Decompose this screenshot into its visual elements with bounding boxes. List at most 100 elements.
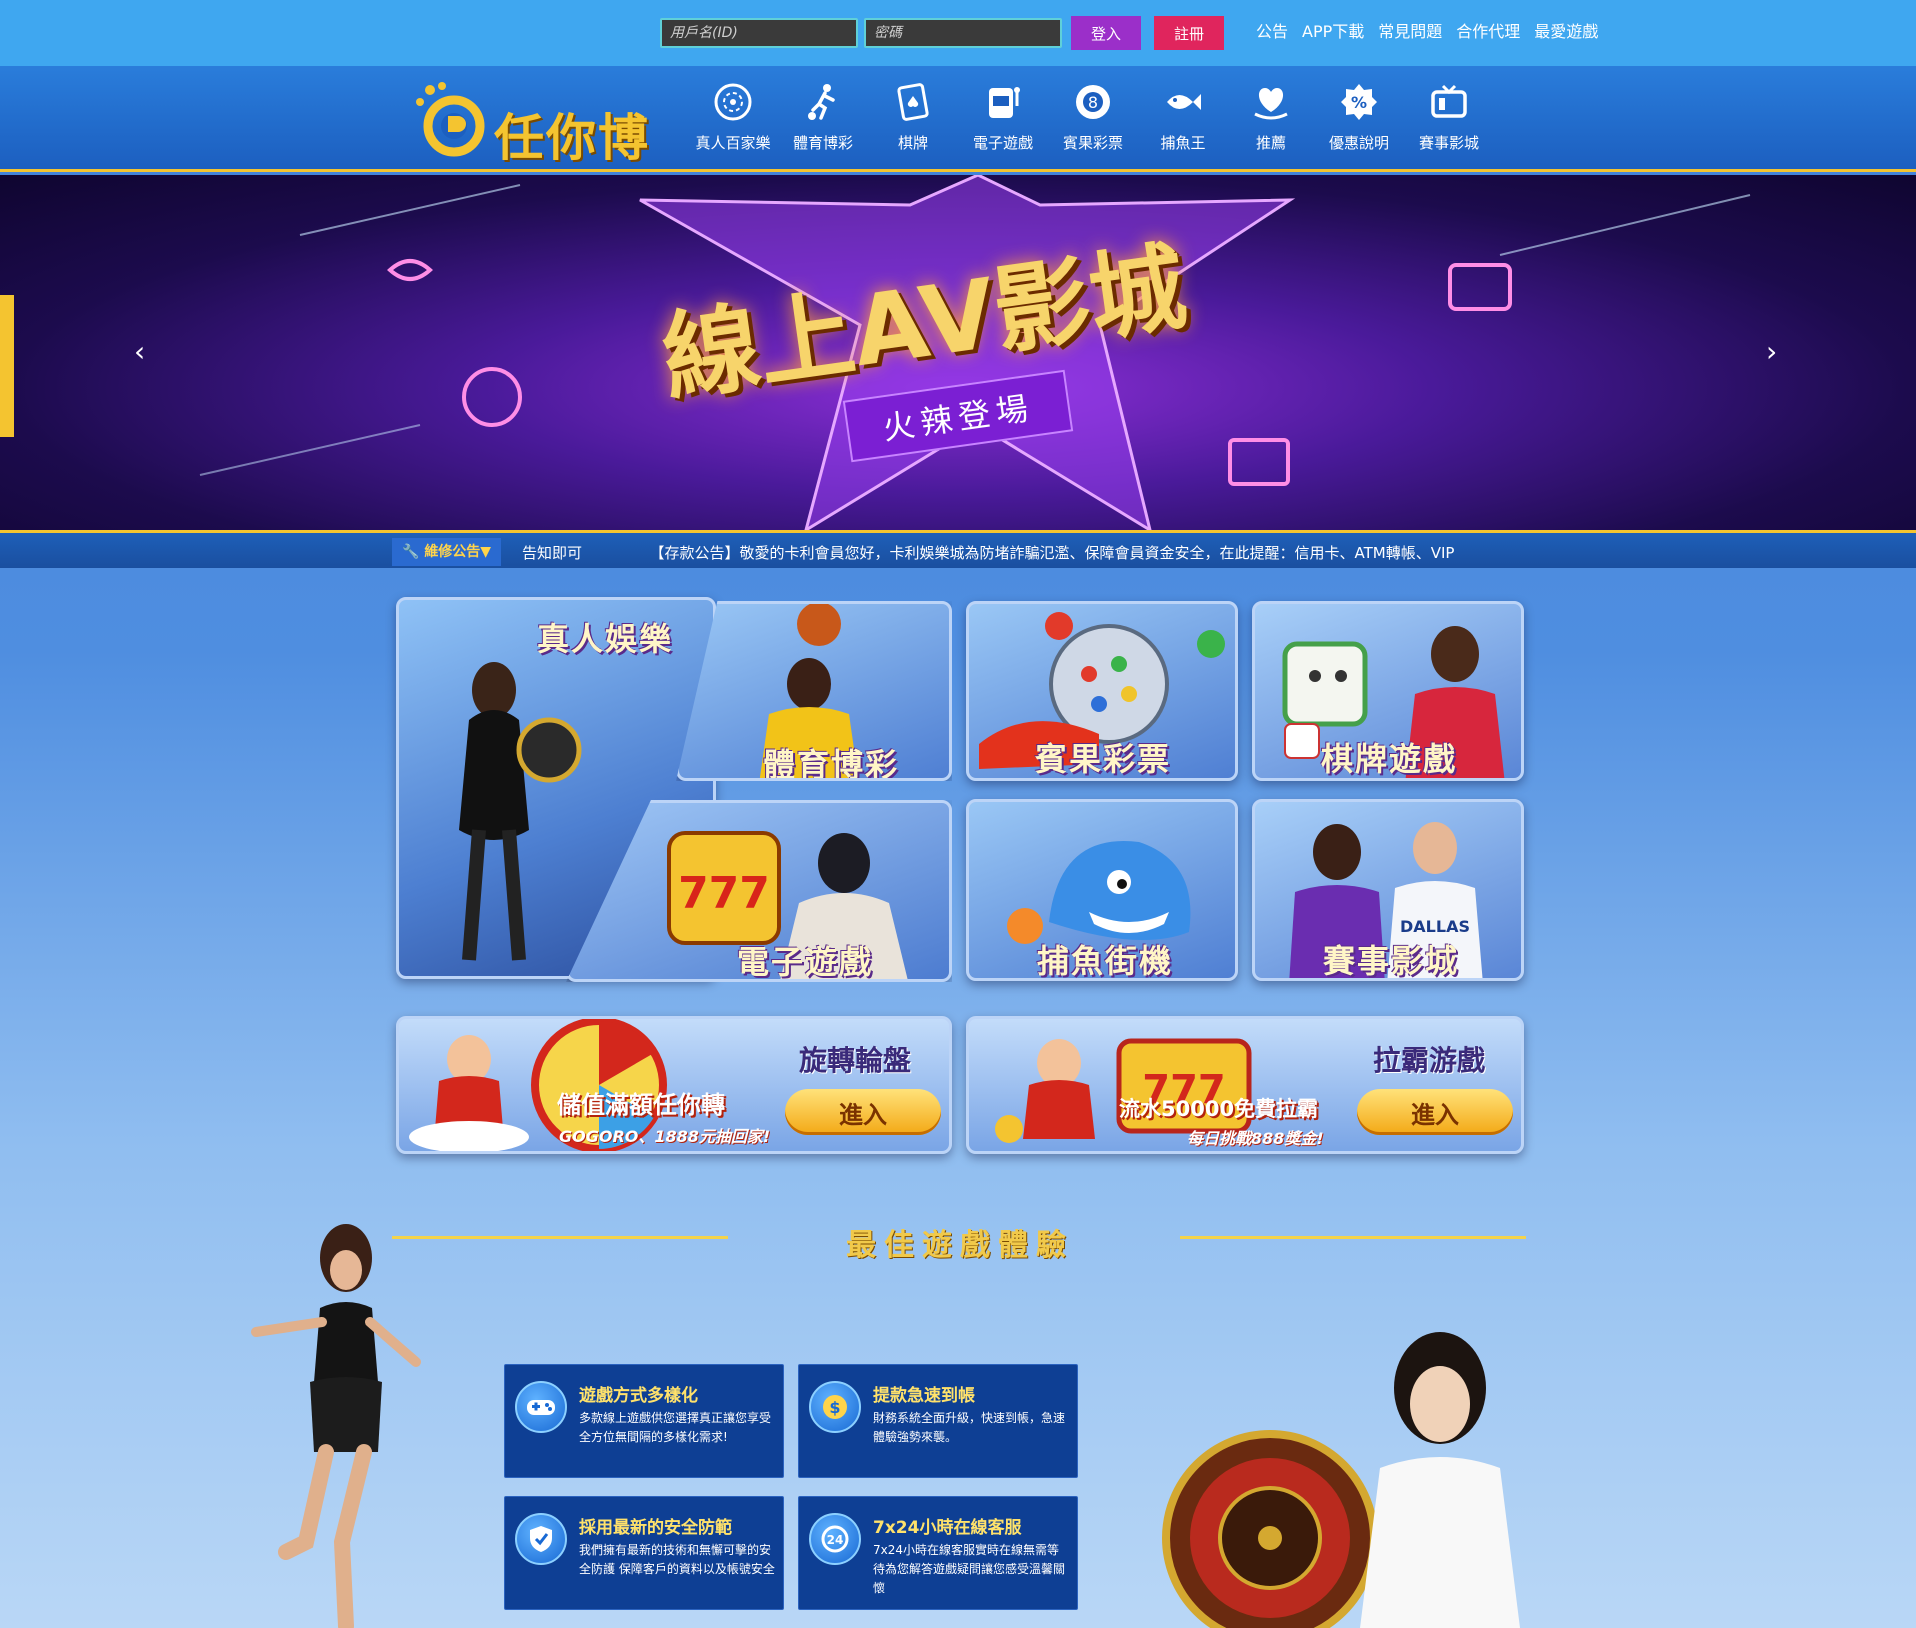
top-links: 公告 APP下載 常見問題 合作代理 最愛遊戲: [1256, 18, 1598, 42]
svg-text:8: 8: [1088, 93, 1098, 112]
notice-label[interactable]: 🔧 維修公告▼: [392, 538, 502, 566]
brand-logo[interactable]: 任你博: [408, 78, 658, 167]
logo-text: 任你博: [494, 108, 650, 167]
game-tile-sports[interactable]: 體育博彩: [676, 601, 952, 781]
svg-text:24: 24: [827, 1533, 844, 1547]
promo-spin-wheel[interactable]: 旋轉輪盤 儲值滿額任你轉 GOGORO、1888元抽回家! 進入: [396, 1016, 952, 1154]
enter-button[interactable]: 進入: [1357, 1089, 1513, 1135]
nav-item-promotions[interactable]: % 優惠說明: [1314, 80, 1404, 153]
feature-card: 24 7x24小時在線客服 7x24小時在線客服實時在線無需等待為您解答遊戲疑問…: [798, 1496, 1078, 1610]
casino-chip-icon: [711, 80, 755, 124]
promo-text: 儲值滿額任你轉: [557, 1091, 725, 1119]
game-tile-sports-cinema[interactable]: DALLAS 賽事影城: [1252, 799, 1524, 981]
section-title: 最佳遊戲體驗: [846, 1228, 1074, 1263]
nav-item-recommend[interactable]: 推薦: [1228, 80, 1314, 153]
nav-item-label: 賽事影城: [1418, 134, 1479, 152]
notice-marquee: 告知即可 【存款公告】敬愛的卡利會員您好，卡利娛樂城為防堵詐騙氾濫、保障會員資金…: [522, 544, 1455, 562]
feature-title: 採用最新的安全防範: [579, 1518, 732, 1538]
chevron-left-icon[interactable]: ‹: [134, 335, 145, 368]
top-link-announcement[interactable]: 公告: [1256, 18, 1288, 42]
top-link-app-download[interactable]: APP下載: [1302, 18, 1364, 42]
feature-text: 我們擁有最新的技術和無懈可擊的安全防護 保障客戶的資料以及帳號安全: [579, 1543, 775, 1576]
svg-text:$: $: [829, 1398, 840, 1417]
tv-icon: [1427, 80, 1471, 124]
top-link-favorites[interactable]: 最愛遊戲: [1534, 18, 1598, 42]
password-input[interactable]: [864, 18, 1062, 48]
svg-text:777: 777: [678, 868, 770, 919]
top-link-faq[interactable]: 常見問題: [1378, 18, 1442, 42]
svg-text:DALLAS: DALLAS: [1400, 917, 1470, 936]
feature-card: 採用最新的安全防範 我們擁有最新的技術和無懈可擊的安全防護 保障客戶的資料以及帳…: [504, 1496, 784, 1610]
coin-icon: $: [809, 1381, 861, 1433]
game-tile-label: 電子遊戲: [737, 943, 874, 981]
roulette-model-illustration: [1162, 1332, 1520, 1628]
login-button[interactable]: 登入: [1071, 16, 1141, 50]
feature-card: $ 提款急速到帳 財務系統全面升級，快速到帳，急速體驗強勢來襲。: [798, 1364, 1078, 1478]
game-tile-fishing[interactable]: 捕魚街機: [966, 799, 1238, 981]
enter-button[interactable]: 進入: [785, 1089, 941, 1135]
nav-item-sports-cinema[interactable]: 賽事影城: [1404, 80, 1494, 153]
shield-icon: [515, 1513, 567, 1565]
side-floating-tab[interactable]: [0, 295, 14, 437]
lottery-ball-icon: 8: [1071, 80, 1115, 124]
feature-text: 財務系統全面升級，快速到帳，急速體驗強勢來襲。: [873, 1411, 1066, 1444]
promo-title: 拉霸游戲: [1373, 1044, 1486, 1077]
promo-text: 流水50000免費拉霸: [1119, 1097, 1319, 1121]
notice-label-text: 維修公告▼: [424, 544, 492, 560]
nav-item-label: 優惠說明: [1328, 134, 1389, 152]
promo-subtext: GOGORO、1888元抽回家!: [559, 1127, 771, 1146]
support-24-icon: 24: [809, 1513, 861, 1565]
fish-icon: [1161, 80, 1205, 124]
promo-subtext: 每日挑戰888獎金!: [1187, 1129, 1324, 1148]
wrench-icon: 🔧: [402, 544, 420, 560]
username-input[interactable]: [660, 18, 858, 48]
svg-text:%: %: [1351, 93, 1367, 112]
promo-slot-machine[interactable]: 777 拉霸游戲 流水50000免費拉霸 每日挑戰888獎金! 進入: [966, 1016, 1524, 1154]
hero-banner[interactable]: 線上AV影城 火辣登場 ‹ ›: [0, 175, 1916, 530]
feature-text: 7x24小時在線客服實時在線無需等待為您解答遊戲疑問讓您感受溫馨關懷: [873, 1543, 1066, 1595]
promo-title: 旋轉輪盤: [799, 1044, 912, 1077]
slot-machine-icon: [981, 80, 1025, 124]
nav-items: 真人百家樂 體育博彩 棋牌 電子遊戲 8 賓果彩票 捕魚王 推薦 % 優惠說明 …: [688, 80, 1494, 153]
heart-hand-icon: [1249, 80, 1293, 124]
game-tile-label: 棋牌遊戲: [1321, 740, 1458, 778]
feature-card: 遊戲方式多樣化 多款線上遊戲供您選擇真正讓您享受全方位無間隔的多樣化需求!: [504, 1364, 784, 1478]
nav-item-sports[interactable]: 體育博彩: [778, 80, 868, 153]
game-tile-label: 捕魚街機: [1037, 942, 1174, 980]
nav-item-label: 電子遊戲: [972, 134, 1033, 152]
feature-title: 提款急速到帳: [873, 1386, 975, 1406]
feature-title: 遊戲方式多樣化: [579, 1386, 698, 1406]
soccer-player-icon: [801, 80, 845, 124]
gamepad-icon: [515, 1381, 567, 1433]
nav-item-slots[interactable]: 電子遊戲: [958, 80, 1048, 153]
game-tile-label: 體育博彩: [763, 746, 900, 781]
game-tile-lottery[interactable]: 賓果彩票: [966, 601, 1238, 781]
game-tile-label: 賽事影城: [1323, 942, 1460, 980]
nav-item-label: 賓果彩票: [1062, 134, 1123, 152]
playing-card-icon: [891, 80, 935, 124]
nav-item-label: 體育博彩: [792, 134, 853, 152]
nav-item-label: 棋牌: [897, 134, 928, 152]
nav-item-chess-cards[interactable]: 棋牌: [868, 80, 958, 153]
nav-item-lottery[interactable]: 8 賓果彩票: [1048, 80, 1138, 153]
feature-title: 7x24小時在線客服: [873, 1518, 1022, 1538]
notice-bar: 🔧 維修公告▼ 告知即可 【存款公告】敬愛的卡利會員您好，卡利娛樂城為防堵詐騙氾…: [0, 530, 1916, 568]
top-bar: 登入 註冊 公告 APP下載 常見問題 合作代理 最愛遊戲: [0, 0, 1916, 66]
chevron-right-icon[interactable]: ›: [1766, 335, 1777, 368]
main-nav: 任你博 真人百家樂 體育博彩 棋牌 電子遊戲 8 賓果彩票 捕魚王 推薦 % 優…: [0, 66, 1916, 172]
discount-badge-icon: %: [1337, 80, 1381, 124]
game-tile-label: 真人娛樂: [537, 620, 674, 658]
register-button[interactable]: 註冊: [1154, 16, 1224, 50]
feature-text: 多款線上遊戲供您選擇真正讓您享受全方位無間隔的多樣化需求!: [579, 1411, 772, 1444]
nav-item-live-baccarat[interactable]: 真人百家樂: [688, 80, 778, 153]
top-link-agent[interactable]: 合作代理: [1456, 18, 1520, 42]
logo-emblem-icon: [416, 82, 485, 157]
nav-item-label: 推薦: [1255, 134, 1286, 152]
game-tile-label: 賓果彩票: [1035, 740, 1172, 778]
section-divider-right: [1180, 1236, 1526, 1239]
nav-item-fishing[interactable]: 捕魚王: [1138, 80, 1228, 153]
model-left-illustration: [251, 1224, 421, 1628]
nav-item-label: 捕魚王: [1160, 134, 1206, 152]
nav-item-label: 真人百家樂: [695, 134, 771, 152]
game-tile-chess[interactable]: 棋牌遊戲: [1252, 601, 1524, 781]
